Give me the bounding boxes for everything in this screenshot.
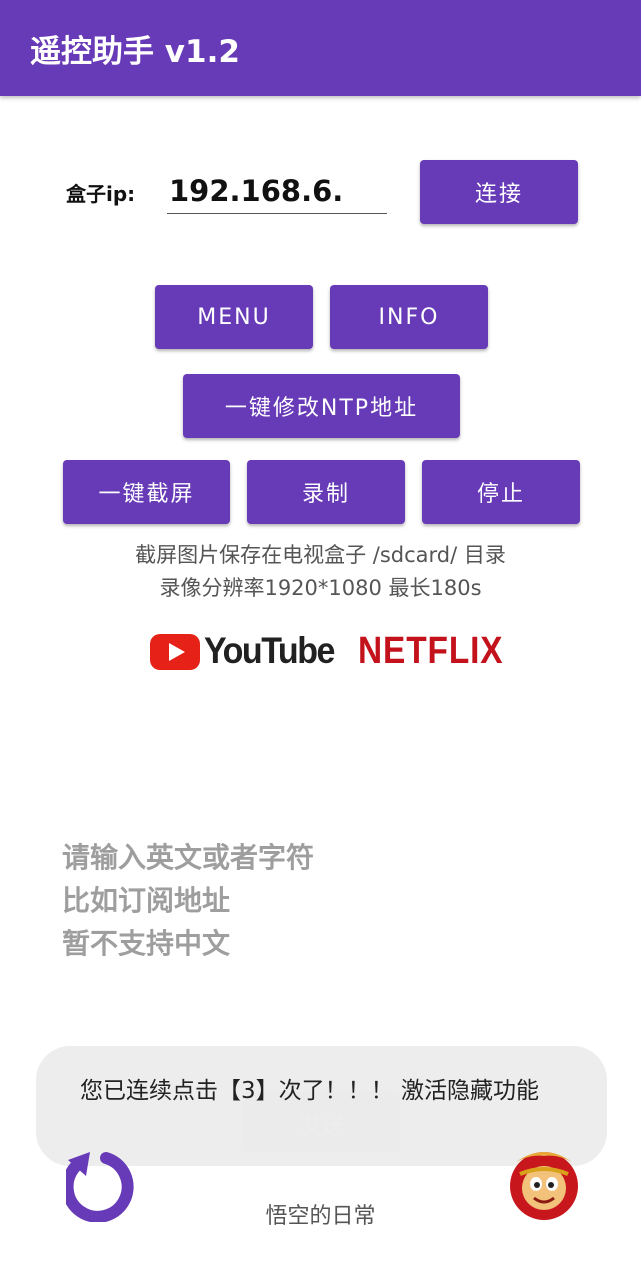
app-title: 遥控助手 v1.2 <box>30 34 240 70</box>
record-button[interactable]: 录制 <box>247 460 405 524</box>
netflix-logo[interactable]: NETFLIX <box>358 630 503 673</box>
stop-button[interactable]: 停止 <box>422 460 580 524</box>
ip-input[interactable] <box>167 168 387 214</box>
youtube-logo[interactable]: YouTube <box>150 630 335 672</box>
ntp-button[interactable]: 一键修改NTP地址 <box>183 374 460 438</box>
app-bar: 遥控助手 v1.2 <box>0 0 641 96</box>
input-hint-line1: 请输入英文或者字符 <box>62 841 315 874</box>
youtube-play-icon <box>150 633 200 670</box>
monkey-king-icon[interactable] <box>502 1140 586 1224</box>
connect-button[interactable]: 连接 <box>420 160 578 224</box>
menu-button[interactable]: MENU <box>155 285 313 349</box>
info-button[interactable]: INFO <box>330 285 488 349</box>
ip-label: 盒子ip: <box>66 182 136 206</box>
input-hint-line3: 暂不支持中文 <box>62 927 231 960</box>
screenshot-button[interactable]: 一键截屏 <box>63 460 230 524</box>
screenshot-path-note: 截屏图片保存在电视盒子 /sdcard/ 目录 <box>135 543 506 567</box>
record-resolution-note: 录像分辨率1920*1080 最长180s <box>159 576 482 600</box>
youtube-wordmark: YouTube <box>204 630 335 672</box>
input-hint-line2: 比如订阅地址 <box>62 884 231 917</box>
